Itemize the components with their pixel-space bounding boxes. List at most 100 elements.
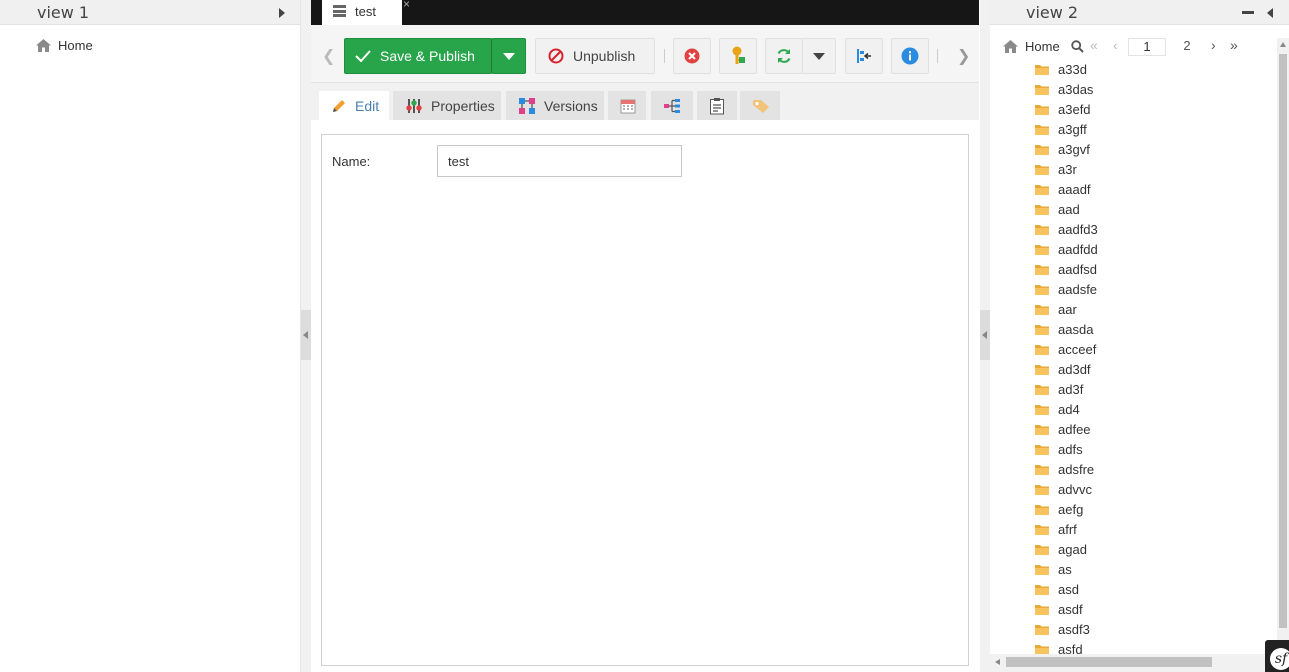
tree-folder-label: agad [1058,541,1087,557]
tree-folder-item[interactable]: asdf3 [1034,619,1098,639]
left-splitter-grip[interactable] [301,310,311,360]
folder-icon [1035,224,1049,235]
tree-folder-item[interactable]: aasda [1034,319,1098,339]
right-splitter-grip[interactable] [980,310,990,360]
tab-notes[interactable] [697,91,737,120]
key-icon [732,46,745,64]
tree-folder-item[interactable]: aefg [1034,499,1098,519]
tree-home-node[interactable]: Home [35,38,93,53]
reload-button[interactable] [765,38,803,74]
tree-folder-label: a3efd [1058,101,1091,117]
folder-icon [1035,324,1049,335]
tree-folder-item[interactable]: aadfdd [1034,239,1098,259]
tab-edit[interactable]: Edit [319,91,389,120]
tree-vertical-scrollbar[interactable] [1277,38,1289,654]
document-tab[interactable]: test × [322,0,410,25]
tree-folder-item[interactable]: afrf [1034,519,1098,539]
collapse-left-icon[interactable] [279,8,285,18]
vertical-scroll-thumb[interactable] [1279,54,1287,628]
tree-folder-item[interactable]: ad4 [1034,399,1098,419]
toolbar-separator [664,49,665,63]
minimize-icon[interactable] [1242,11,1254,14]
name-input[interactable] [437,145,682,177]
first-page-icon[interactable]: « [1090,37,1098,53]
tree-folder-item[interactable]: acceef [1034,339,1098,359]
tree-folder-item[interactable]: asfd [1034,639,1098,654]
tree-folder-item[interactable]: ad3f [1034,379,1098,399]
tab-properties-label: Properties [431,97,495,114]
tree-folder-item[interactable]: aar [1034,299,1098,319]
tree-folder-item[interactable]: aadfd3 [1034,219,1098,239]
save-publish-button[interactable]: Save & Publish [344,38,492,74]
previous-page-icon[interactable]: ‹ [1113,37,1118,53]
tree-folder-item[interactable]: agad [1034,539,1098,559]
document-tab-label: test [355,4,376,19]
check-icon [355,50,371,62]
left-splitter[interactable] [301,0,311,672]
tree-folder-item[interactable]: as [1034,559,1098,579]
tree-folder-label: adfee [1058,421,1091,437]
last-page-icon[interactable]: » [1230,37,1238,53]
search-icon[interactable] [1071,40,1084,53]
tree-folder-item[interactable]: advvc [1034,479,1098,499]
tree-folder-label: adfs [1058,441,1083,457]
tree-horizontal-scrollbar[interactable] [990,654,1277,672]
pencil-icon [333,99,345,112]
tab-tags[interactable] [740,91,780,120]
rename-button[interactable] [719,38,757,74]
save-options-dropdown[interactable] [491,38,526,74]
next-page-icon[interactable]: › [1211,37,1216,53]
tab-dependencies[interactable] [651,91,693,120]
tree-folder-item[interactable]: a3das [1034,79,1098,99]
tree-folder-label: adsfre [1058,461,1095,477]
right-panel: view 2 Home a33d a3das a3efd a3gff a3gvf a3r a… [990,0,1289,672]
tree-folder-item[interactable]: aaadf [1034,179,1098,199]
delete-icon [684,48,700,64]
content-panel: Edit Properties Versions Name: test [311,82,979,672]
unpublish-button[interactable]: Unpublish [535,38,655,74]
tree-folder-item[interactable]: adfee [1034,419,1098,439]
folder-icon [1035,604,1049,615]
show-in-tree-button[interactable] [845,38,883,74]
reload-options-dropdown[interactable] [802,38,836,74]
close-tab-icon[interactable]: × [403,0,410,11]
home-icon [36,39,51,52]
tree-folder-label: as [1058,561,1072,577]
tree-home-node[interactable]: Home [1002,39,1060,54]
tree-folder-item[interactable]: ad3df [1034,359,1098,379]
tree-folder-label: aasda [1058,321,1094,337]
tab-schedule[interactable] [608,91,646,120]
scroll-up-icon[interactable] [1280,42,1286,47]
tree-folder-label: a3gvf [1058,141,1090,157]
tree-folder-item[interactable]: adsfre [1034,459,1098,479]
collapse-right-icon[interactable] [1267,8,1273,18]
folder-icon [1035,424,1049,435]
horizontal-scroll-thumb[interactable] [1006,657,1212,667]
tab-properties[interactable]: Properties [393,91,501,120]
info-button[interactable] [891,38,929,74]
tree-folder-item[interactable]: asdf [1034,599,1098,619]
scroll-left-icon[interactable] [995,659,1000,665]
delete-button[interactable] [673,38,711,74]
tree-folder-label: aadfd3 [1058,221,1098,237]
tree-folder-item[interactable]: aadfsd [1034,259,1098,279]
tree-folder-item[interactable]: adfs [1034,439,1098,459]
tag-icon [753,99,769,113]
page-number-input[interactable]: 1 [1128,38,1166,56]
right-splitter[interactable] [980,0,990,672]
tree-folder-item[interactable]: a3gff [1034,119,1098,139]
symfony-toolbar-badge[interactable]: sf [1265,640,1289,672]
tree-folder-item[interactable]: a3gvf [1034,139,1098,159]
toolbar-scroll-right-icon[interactable]: ❯ [957,46,970,66]
tree-folder-item[interactable]: aadsfe [1034,279,1098,299]
tree-folder-label: a3r [1058,161,1077,177]
tree-folder-item[interactable]: a3r [1034,159,1098,179]
toolbar-scroll-left-icon[interactable]: ❮ [322,46,335,66]
tree-folder-item[interactable]: a3efd [1034,99,1098,119]
folder-icon [1035,384,1049,395]
tree-folder-item[interactable]: asd [1034,579,1098,599]
tab-versions[interactable]: Versions [506,91,604,120]
tree-folder-item[interactable]: aad [1034,199,1098,219]
folder-icon [1035,104,1049,115]
tree-folder-item[interactable]: a33d [1034,59,1098,79]
